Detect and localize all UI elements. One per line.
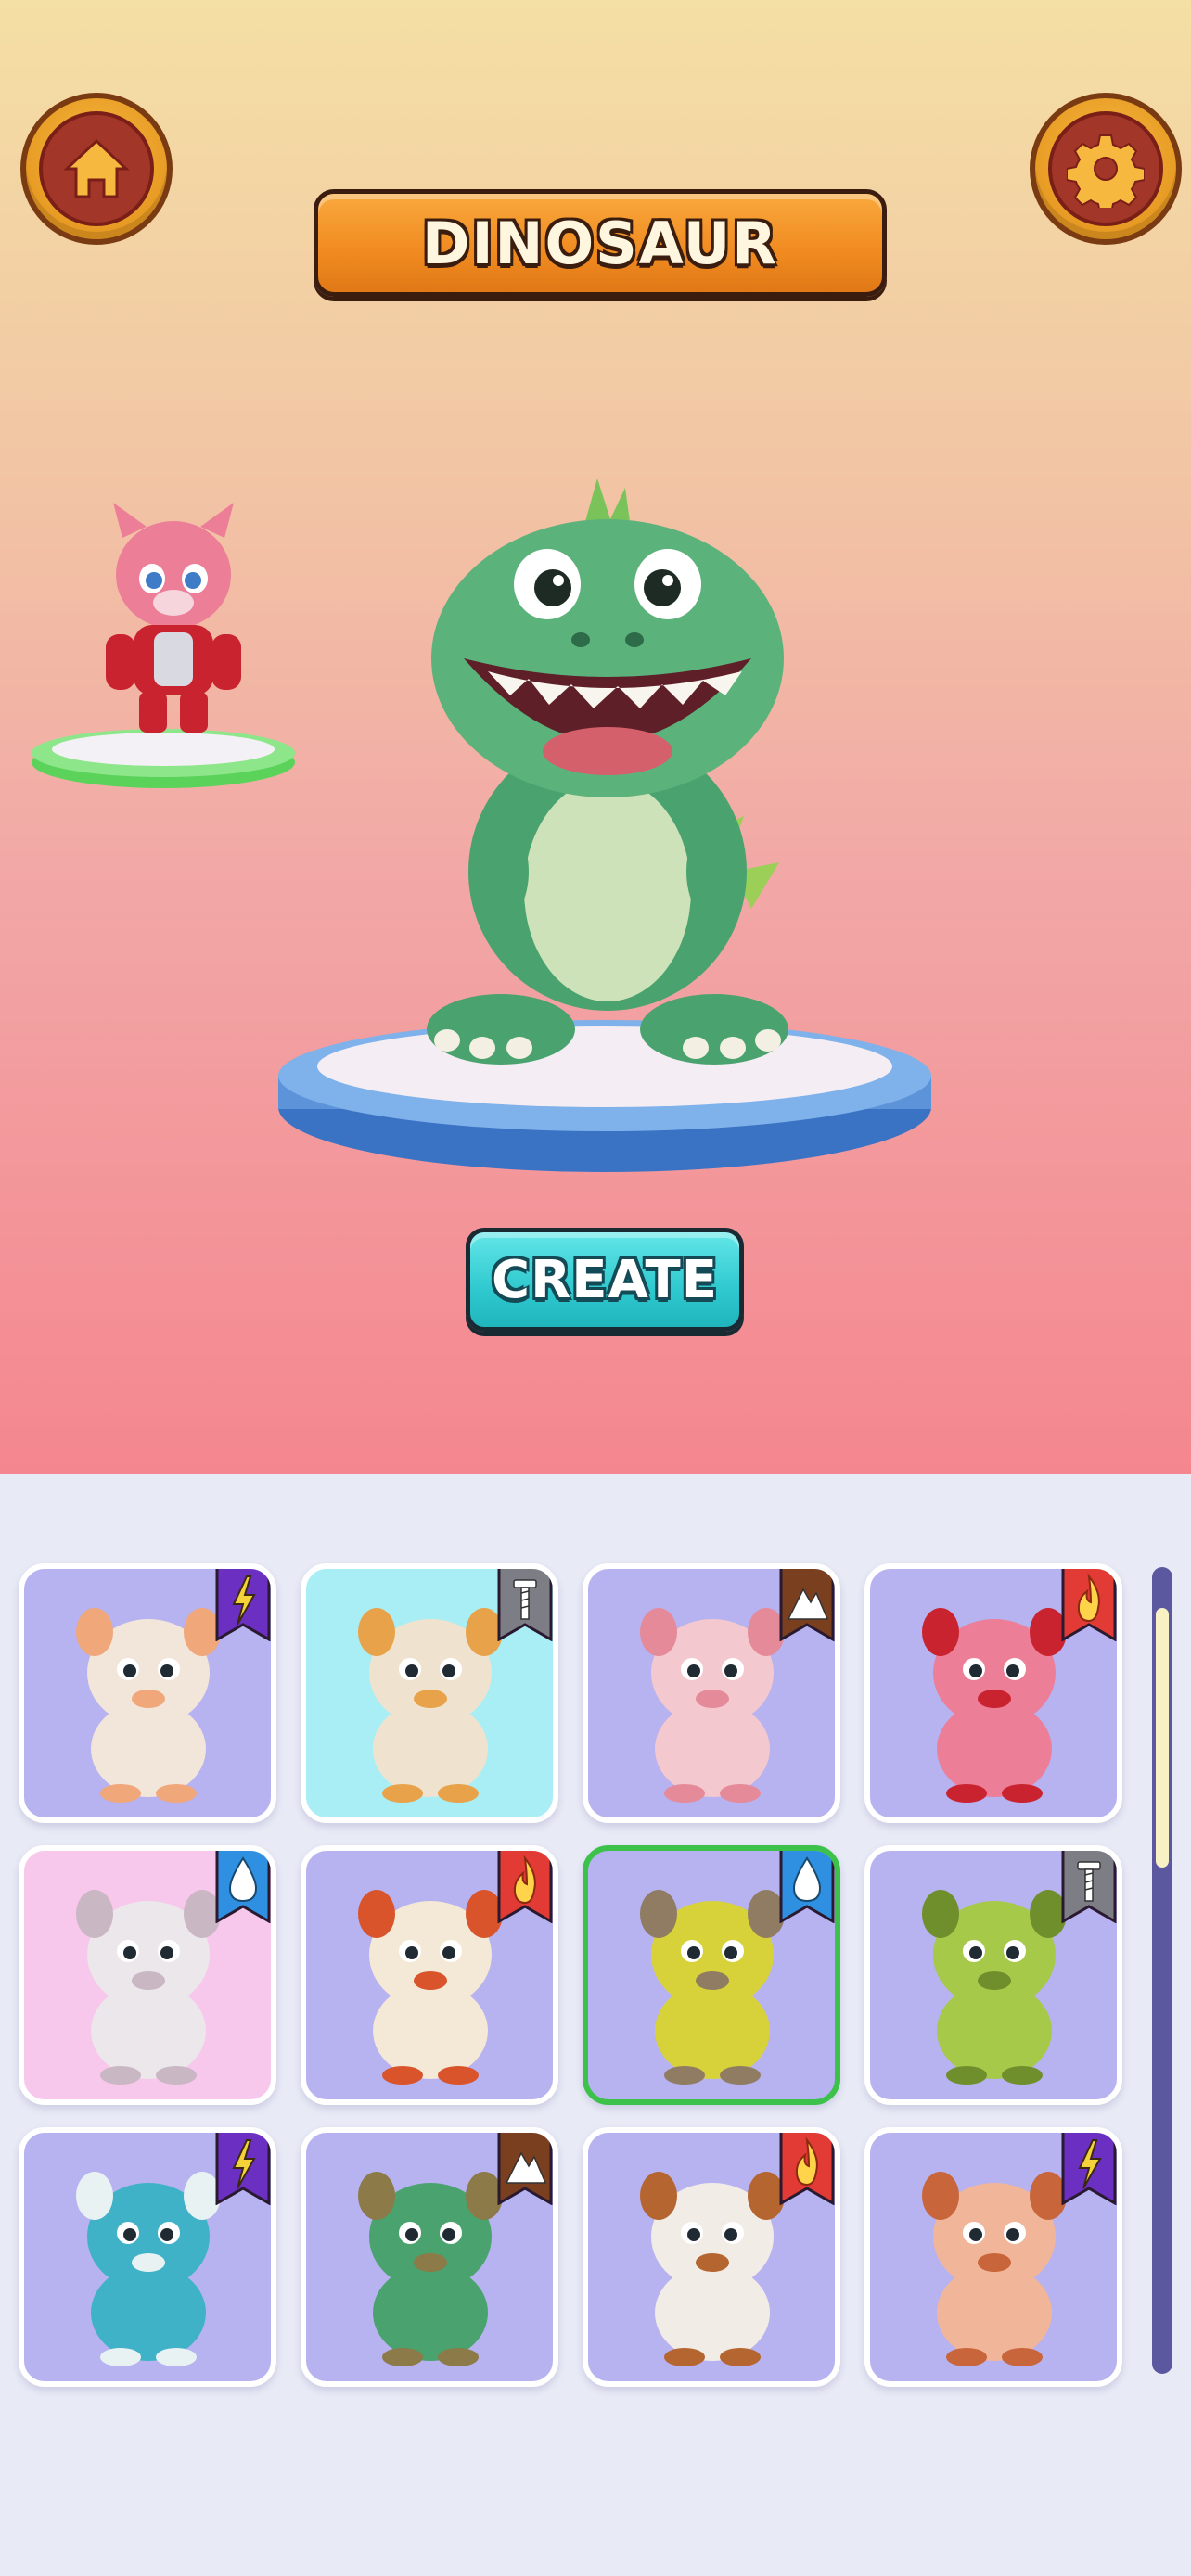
settings-button[interactable] bbox=[1030, 93, 1182, 245]
dinosaur-figure bbox=[427, 478, 788, 1065]
creature-card-shark[interactable] bbox=[19, 2127, 276, 2387]
home-button[interactable] bbox=[20, 93, 173, 245]
creature-grid bbox=[19, 1563, 1128, 2387]
element-badge bbox=[1061, 1569, 1117, 1641]
home-icon bbox=[63, 138, 130, 198]
creature-stage: DINOSAUR CREATE bbox=[0, 0, 1191, 1474]
creature-card-turtle-croc[interactable] bbox=[301, 2127, 558, 2387]
create-button-label: CREATE bbox=[492, 1249, 718, 1310]
element-badge bbox=[497, 1851, 553, 1923]
creature-card-goat[interactable] bbox=[583, 2127, 840, 2387]
inventory-panel bbox=[0, 1474, 1191, 2576]
scrollbar-thumb[interactable] bbox=[1156, 1608, 1169, 1868]
inventory-scrollbar[interactable] bbox=[1152, 1567, 1172, 2374]
element-badge bbox=[215, 1851, 271, 1923]
element-badge bbox=[779, 1851, 835, 1923]
gear-icon bbox=[1067, 134, 1145, 208]
create-button[interactable]: CREATE bbox=[466, 1228, 744, 1332]
element-badge bbox=[215, 2133, 271, 2205]
creature-name: DINOSAUR bbox=[422, 209, 778, 277]
element-badge bbox=[497, 1569, 553, 1641]
element-badge bbox=[779, 2133, 835, 2205]
creature-card-elephant[interactable] bbox=[19, 1845, 276, 2105]
creature-card-banana-cat[interactable] bbox=[583, 1845, 840, 2105]
element-badge bbox=[779, 1569, 835, 1641]
creature-card-frog[interactable] bbox=[864, 1845, 1122, 2105]
creature-name-banner: DINOSAUR bbox=[314, 189, 887, 297]
element-badge bbox=[215, 1569, 271, 1641]
creature-card-pig[interactable] bbox=[583, 1563, 840, 1823]
creature-card-armored-cat[interactable] bbox=[864, 1563, 1122, 1823]
armored-cat-figure bbox=[106, 503, 241, 733]
element-badge bbox=[1061, 1851, 1117, 1923]
element-badge bbox=[1061, 2133, 1117, 2205]
creature-card-rooster[interactable] bbox=[301, 1845, 558, 2105]
creature-card-crested-creature[interactable] bbox=[301, 1563, 558, 1823]
element-badge bbox=[497, 2133, 553, 2205]
creature-card-bunny[interactable] bbox=[19, 1563, 276, 1823]
creature-card-tiger-pig[interactable] bbox=[864, 2127, 1122, 2387]
